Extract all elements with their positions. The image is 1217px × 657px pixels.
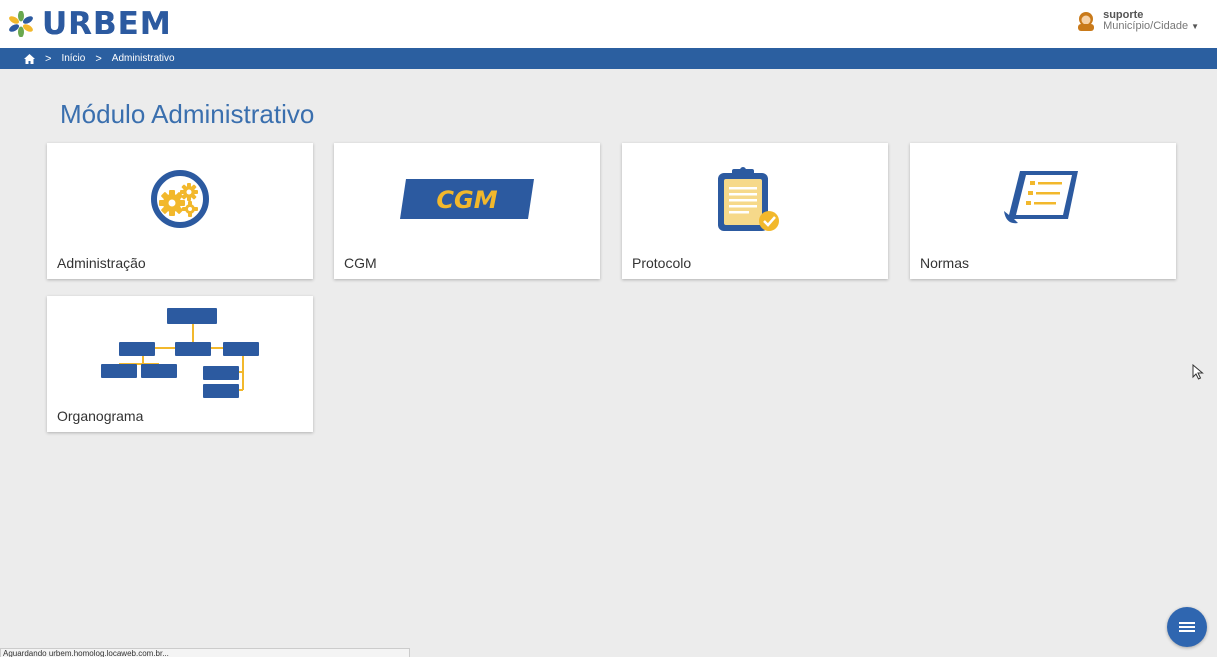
user-avatar-icon — [1078, 12, 1095, 31]
module-card-organograma[interactable]: Organograma — [47, 296, 313, 432]
user-context: Município/Cidade ▼ — [1103, 20, 1199, 32]
breadcrumb-separator: > — [95, 52, 102, 65]
document-icon — [1004, 171, 1078, 224]
logo-flower-icon — [9, 11, 33, 37]
menu-icon — [1179, 622, 1195, 632]
module-label: Normas — [920, 255, 970, 271]
app-logo[interactable]: URBEM — [6, 6, 172, 42]
module-label: CGM — [344, 255, 377, 271]
chevron-down-icon: ▼ — [1191, 22, 1199, 31]
module-label: Organograma — [57, 408, 144, 424]
gears-icon — [151, 170, 209, 228]
cgm-icon: CGM — [400, 179, 534, 219]
breadcrumb-item-inicio[interactable]: Início — [61, 53, 85, 64]
module-label: Protocolo — [632, 255, 692, 271]
module-card-normas[interactable]: Normas — [910, 143, 1176, 279]
menu-fab-button[interactable] — [1167, 607, 1207, 647]
org-chart-icon — [101, 308, 259, 398]
page-title: Módulo Administrativo — [60, 99, 315, 129]
breadcrumb-item-administrativo[interactable]: Administrativo — [112, 53, 175, 64]
user-menu[interactable]: suporte Município/Cidade ▼ — [1075, 10, 1199, 32]
cgm-badge-text: CGM — [436, 186, 497, 214]
clipboard-icon — [718, 167, 779, 231]
module-card-protocolo[interactable]: Protocolo — [622, 143, 888, 279]
module-card-cgm[interactable]: CGM CGM — [334, 143, 600, 279]
module-label: Administração — [57, 255, 146, 271]
mouse-cursor-icon — [1192, 364, 1204, 380]
module-card-administracao[interactable]: Administração — [47, 143, 313, 279]
breadcrumb-separator: > — [45, 52, 52, 65]
home-icon[interactable] — [24, 53, 35, 64]
top-header: URBEM suporte Município/Cidade ▼ — [0, 0, 1217, 48]
logo-text: URBEM — [42, 6, 172, 42]
breadcrumb: > Início > Administrativo — [0, 48, 1217, 69]
